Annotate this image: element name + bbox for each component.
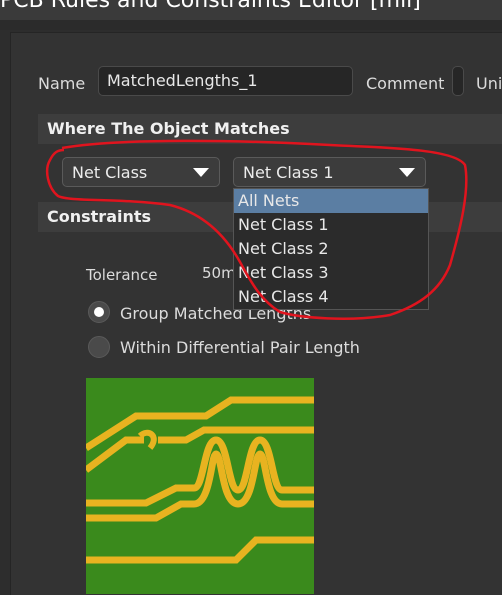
dropdown-item-net-class-3[interactable]: Net Class 3 [234, 261, 428, 285]
scope-combo[interactable]: Net Class [62, 157, 220, 187]
diff-pair-label[interactable]: Within Differential Pair Length [120, 338, 360, 357]
dropdown-item-all-nets[interactable]: All Nets [234, 189, 428, 213]
pcb-preview-image [86, 378, 314, 594]
net-class-dropdown-list: All Nets Net Class 1 Net Class 2 Net Cla… [233, 188, 429, 310]
chevron-down-icon [193, 168, 209, 177]
name-label: Name [38, 74, 86, 93]
net-class-combo[interactable]: Net Class 1 [233, 157, 426, 187]
dropdown-item-net-class-4[interactable]: Net Class 4 [234, 285, 428, 309]
toolbar-gap [0, 20, 502, 30]
where-section-title: Where The Object Matches [47, 119, 290, 138]
dropdown-item-net-class-1[interactable]: Net Class 1 [234, 213, 428, 237]
tolerance-value[interactable]: 50m [202, 264, 236, 282]
comment-label: Comment [366, 74, 445, 93]
net-class-combo-value: Net Class 1 [243, 163, 334, 182]
window-title: PCB Rules and Constraints Editor [mil] [0, 0, 421, 13]
title-bar: PCB Rules and Constraints Editor [mil] [0, 0, 502, 20]
comment-field[interactable] [452, 66, 464, 96]
tolerance-label: Tolerance [86, 266, 158, 284]
group-matched-radio[interactable] [88, 301, 110, 323]
diff-pair-radio[interactable] [88, 336, 110, 358]
unique-id-label: Uni [476, 74, 502, 93]
where-section-header: Where The Object Matches [38, 114, 502, 144]
scope-combo-value: Net Class [72, 163, 148, 182]
dropdown-item-net-class-2[interactable]: Net Class 2 [234, 237, 428, 261]
chevron-down-icon [399, 168, 415, 177]
constraints-section-title: Constraints [47, 207, 152, 226]
name-field[interactable]: MatchedLengths_1 [98, 66, 353, 96]
